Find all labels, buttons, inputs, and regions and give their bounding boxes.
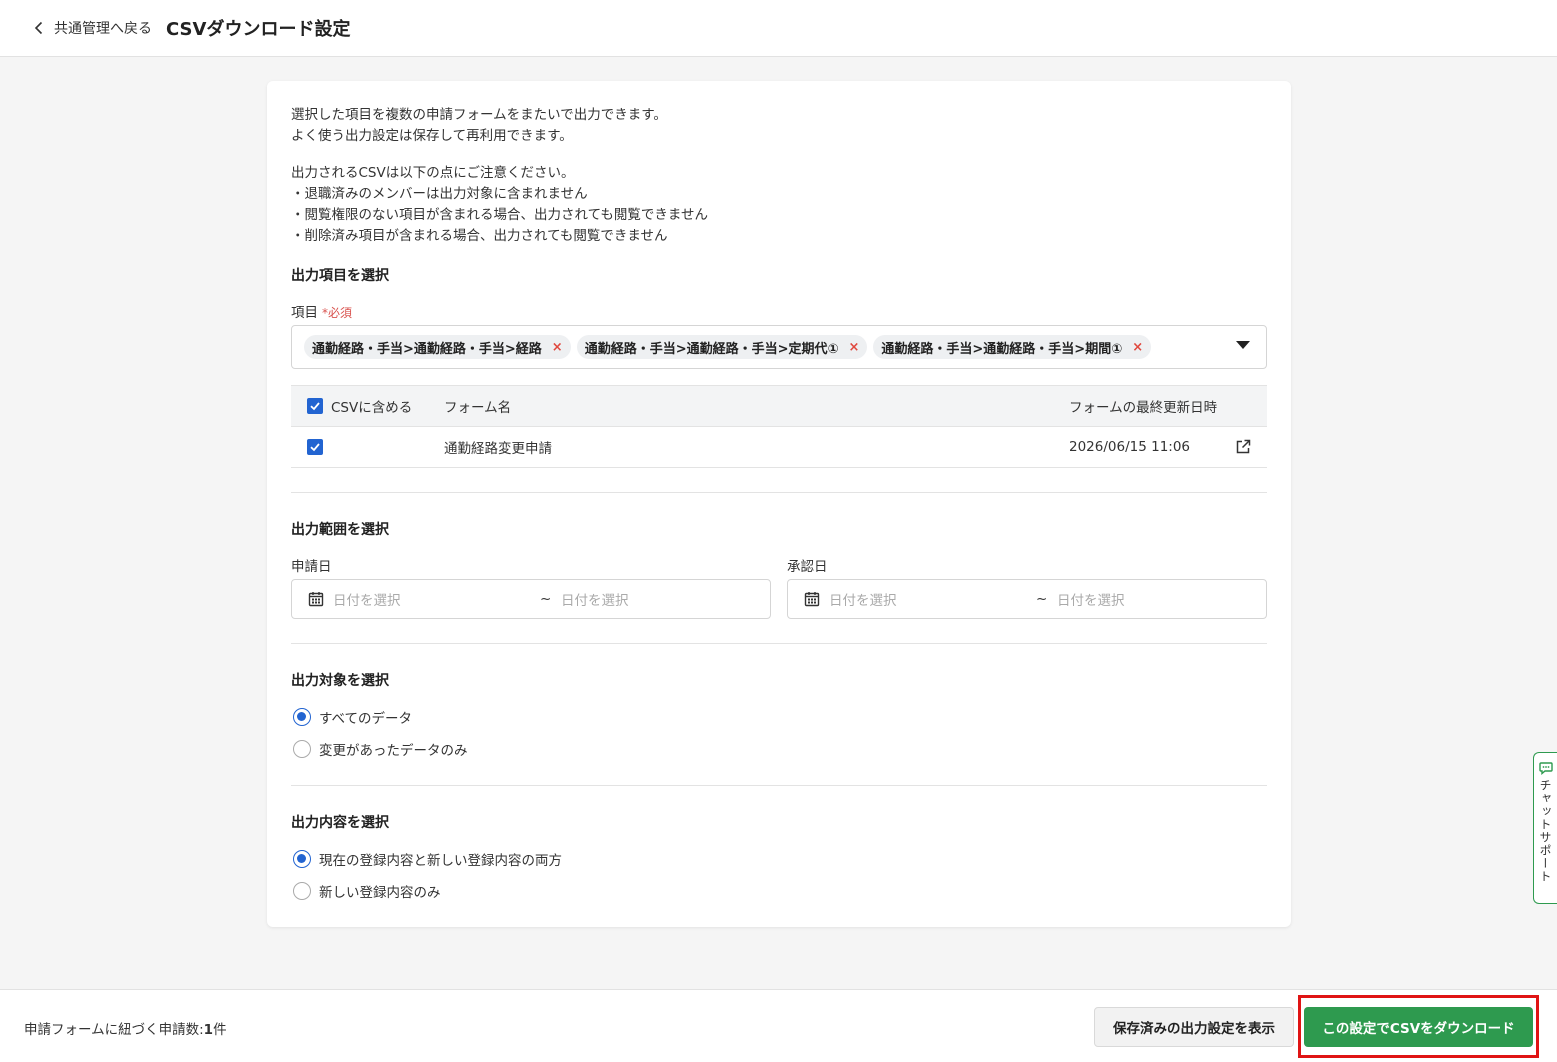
radio-all-data[interactable]: すべてのデータ xyxy=(293,707,412,727)
radio-button[interactable] xyxy=(293,740,311,758)
back-link-label: 共通管理へ戻る xyxy=(54,21,152,37)
item-tag-label: 通勤経路・手当>通勤経路・手当>経路 xyxy=(312,341,542,357)
table-row: 通勤経路変更申請 2026/06/15 11:06 xyxy=(291,427,1267,468)
row-form-name: 通勤経路変更申請 xyxy=(444,441,552,457)
chat-support-tab[interactable]: チャットサポート xyxy=(1533,752,1557,904)
radio-button[interactable] xyxy=(293,882,311,900)
apply-date-range[interactable]: 日付を選択 ~ 日付を選択 xyxy=(291,579,771,619)
radio-changed-only[interactable]: 変更があったデータのみ xyxy=(293,739,468,759)
divider xyxy=(291,643,1267,644)
chat-bubble-icon xyxy=(1538,762,1553,775)
note-line: ・退職済みのメンバーは出力対象に含まれません xyxy=(291,186,588,202)
remove-tag-icon[interactable]: × xyxy=(1132,340,1143,355)
show-saved-settings-button[interactable]: 保存済みの出力設定を表示 xyxy=(1094,1007,1294,1047)
back-link[interactable]: 共通管理へ戻る xyxy=(32,18,152,38)
calendar-icon xyxy=(804,592,820,607)
items-section-title: 出力項目を選択 xyxy=(291,268,389,284)
divider xyxy=(291,492,1267,493)
note-line: ・削除済み項目が含まれる場合、出力されても閲覧できません xyxy=(291,228,668,244)
radio-both-contents[interactable]: 現在の登録内容と新しい登録内容の両方 xyxy=(293,849,562,869)
download-csv-button[interactable]: この設定でCSVをダウンロード xyxy=(1304,1007,1533,1047)
table-header: CSVに含める フォーム名 フォームの最終更新日時 xyxy=(291,385,1267,427)
row-checkbox[interactable] xyxy=(307,439,323,455)
approve-date-from[interactable]: 日付を選択 xyxy=(829,589,897,609)
checkmark-icon xyxy=(310,443,320,452)
radio-new-only[interactable]: 新しい登録内容のみ xyxy=(293,881,441,901)
header-form-name: フォーム名 xyxy=(444,400,512,416)
count-prefix: 申請フォームに紐づく申請数: xyxy=(24,1022,204,1038)
content-section-title: 出力内容を選択 xyxy=(291,815,389,831)
remove-tag-icon[interactable]: × xyxy=(849,340,860,355)
header-updated: フォームの最終更新日時 xyxy=(1069,400,1218,416)
intro-text: 選択した項目を複数の申請フォームをまたいで出力できます。 よく使う出力設定は保存… xyxy=(291,105,667,147)
approve-date-to[interactable]: 日付を選択 xyxy=(1057,589,1125,609)
radio-label: 現在の登録内容と新しい登録内容の両方 xyxy=(319,853,562,869)
note-line: 出力されるCSVは以下の点にご注意ください。 xyxy=(291,165,575,181)
range-separator: ~ xyxy=(1036,591,1048,607)
intro-line: よく使う出力設定は保存して再利用できます。 xyxy=(291,128,573,144)
apply-date-to[interactable]: 日付を選択 xyxy=(561,589,629,609)
header-csv: CSVに含める xyxy=(331,400,413,416)
select-all-checkbox[interactable] xyxy=(307,398,323,414)
note-line: ・閲覧権限のない項目が含まれる場合、出力されても閲覧できません xyxy=(291,207,709,223)
top-bar: 共通管理へ戻る CSVダウンロード設定 xyxy=(0,0,1557,57)
items-field-label: 項目 *必須 xyxy=(291,301,352,321)
approve-date-label: 承認日 xyxy=(787,559,828,575)
divider xyxy=(291,785,1267,786)
page-title: CSVダウンロード設定 xyxy=(166,19,351,40)
range-section-title: 出力範囲を選択 xyxy=(291,522,389,538)
apply-date-label: 申請日 xyxy=(291,559,332,575)
item-tag: 通勤経路・手当>通勤経路・手当>定期代① × xyxy=(576,335,868,359)
chevron-left-icon xyxy=(34,21,43,35)
required-mark: *必須 xyxy=(322,306,353,320)
radio-button[interactable] xyxy=(293,708,311,726)
items-label-text: 項目 xyxy=(291,305,318,321)
application-count: 申請フォームに紐づく申請数:1件 xyxy=(24,1018,227,1038)
item-tag: 通勤経路・手当>通勤経路・手当>経路 × xyxy=(304,335,571,359)
chat-support-label: チャットサポート xyxy=(1538,779,1552,883)
count-suffix: 件 xyxy=(213,1022,227,1038)
radio-label: 新しい登録内容のみ xyxy=(319,885,441,901)
apply-date-from[interactable]: 日付を選択 xyxy=(333,589,401,609)
external-link-icon[interactable] xyxy=(1235,439,1251,455)
form-table: CSVに含める フォーム名 フォームの最終更新日時 通勤経路変更申請 2026/… xyxy=(291,385,1267,468)
item-tag-label: 通勤経路・手当>通勤経路・手当>定期代① xyxy=(584,341,839,357)
item-tag-label: 通勤経路・手当>通勤経路・手当>期間① xyxy=(881,341,1123,357)
radio-label: すべてのデータ xyxy=(319,711,413,727)
notes-text: 出力されるCSVは以下の点にご注意ください。 ・退職済みのメンバーは出力対象に含… xyxy=(291,163,708,247)
remove-tag-icon[interactable]: × xyxy=(552,340,563,355)
row-updated: 2026/06/15 11:06 xyxy=(1069,439,1191,455)
item-tag: 通勤経路・手当>通勤経路・手当>期間① × xyxy=(873,335,1152,359)
radio-label: 変更があったデータのみ xyxy=(319,743,468,759)
calendar-icon xyxy=(308,592,324,607)
count-value: 1 xyxy=(203,1022,214,1038)
range-separator: ~ xyxy=(540,591,552,607)
items-multiselect[interactable]: 通勤経路・手当>通勤経路・手当>経路 × 通勤経路・手当>通勤経路・手当>定期代… xyxy=(291,325,1267,369)
radio-button[interactable] xyxy=(293,850,311,868)
settings-card: 選択した項目を複数の申請フォームをまたいで出力できます。 よく使う出力設定は保存… xyxy=(267,81,1291,927)
approve-date-range[interactable]: 日付を選択 ~ 日付を選択 xyxy=(787,579,1267,619)
target-section-title: 出力対象を選択 xyxy=(291,673,389,689)
dropdown-arrow-icon[interactable] xyxy=(1236,341,1250,349)
intro-line: 選択した項目を複数の申請フォームをまたいで出力できます。 xyxy=(291,107,667,123)
checkmark-icon xyxy=(310,402,320,411)
footer-bar: 申請フォームに紐づく申請数:1件 保存済みの出力設定を表示 この設定でCSVをダ… xyxy=(0,989,1557,1062)
